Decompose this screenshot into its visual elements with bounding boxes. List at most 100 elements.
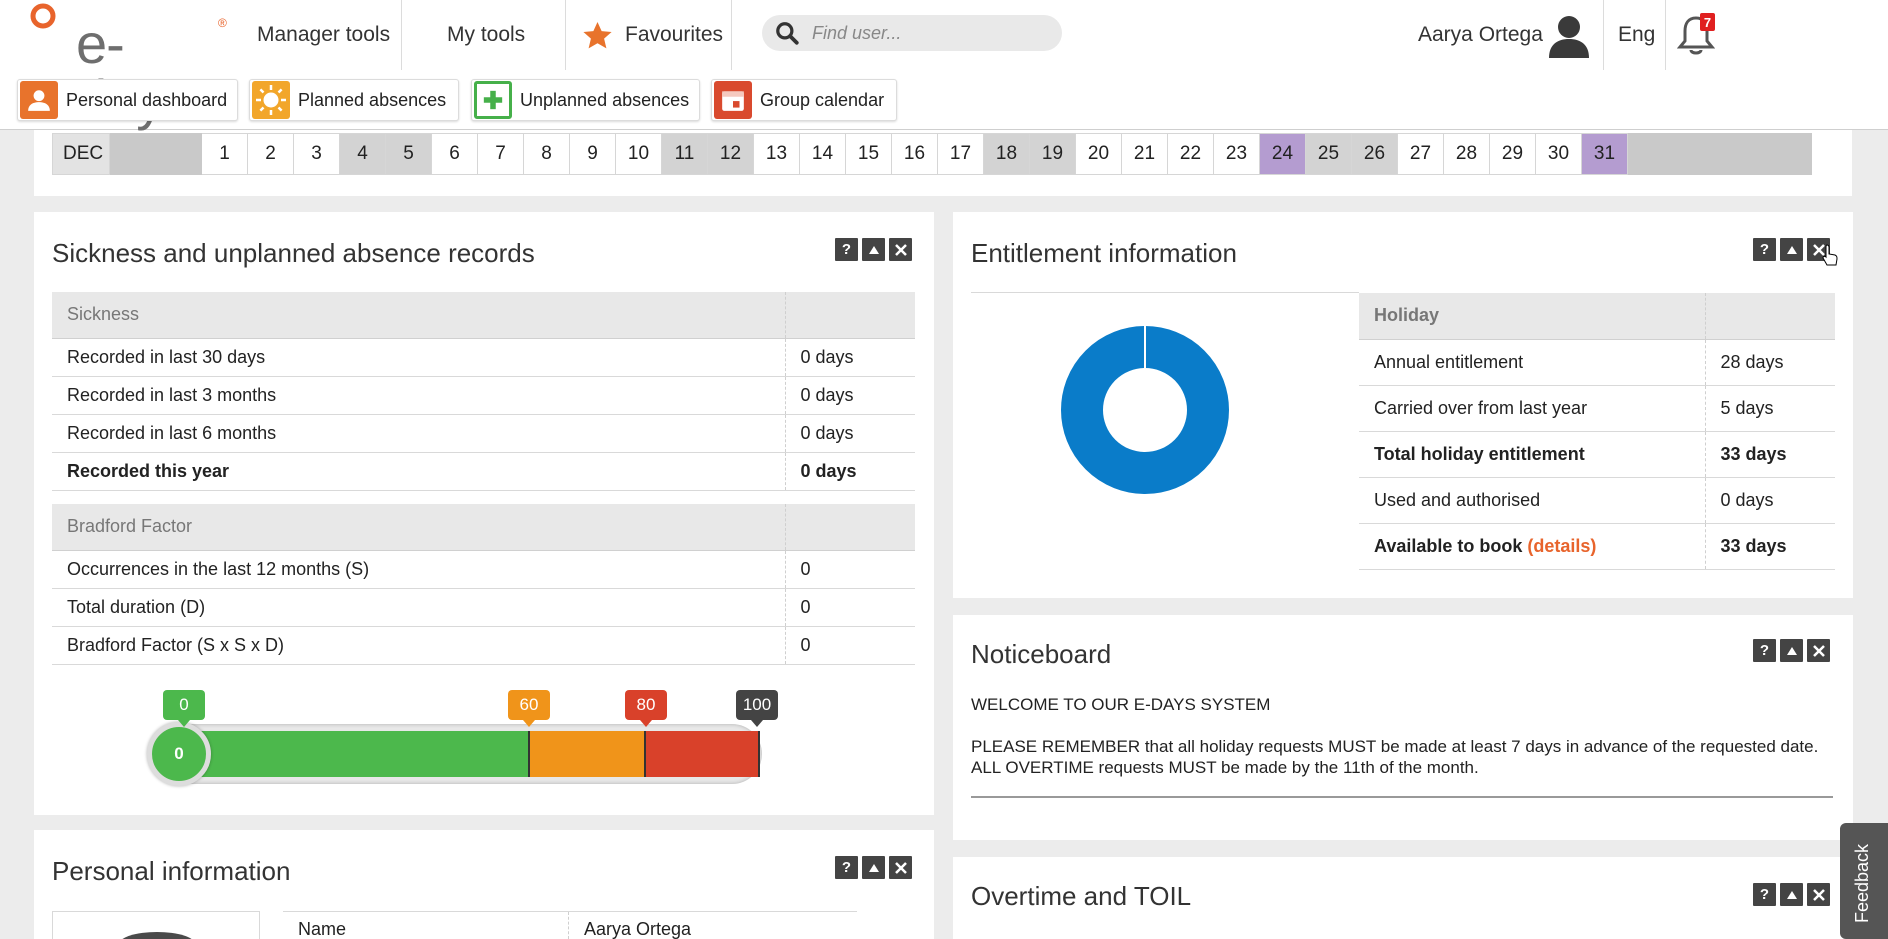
triangle-up-icon bbox=[1786, 245, 1797, 254]
calendar-day[interactable]: 29 bbox=[1490, 133, 1536, 175]
calendar-day[interactable]: 19 bbox=[1030, 133, 1076, 175]
sickness-table: Sickness Recorded in last 30 days 0 days … bbox=[52, 292, 915, 665]
triangle-up-icon bbox=[1786, 890, 1797, 899]
help-button[interactable]: ? bbox=[1753, 238, 1776, 261]
collapse-button[interactable] bbox=[1780, 883, 1803, 906]
entitlement-panel: Entitlement information ? Holiday Annual… bbox=[953, 212, 1853, 598]
sickness-panel-controls: ? bbox=[835, 238, 912, 261]
table-row: Recorded in last 3 months 0 days bbox=[52, 376, 915, 415]
table-row: Total holiday entitlement 33 days bbox=[1359, 431, 1835, 478]
collapse-button[interactable] bbox=[862, 238, 885, 261]
calendar-day[interactable]: 11 bbox=[662, 133, 708, 175]
personal-dashboard-button[interactable]: Personal dashboard bbox=[17, 79, 238, 121]
nav-my-tools[interactable]: My tools bbox=[447, 0, 525, 70]
calendar-day[interactable]: 2 bbox=[248, 133, 294, 175]
noticeboard-panel: Noticeboard ? WELCOME TO OUR E-DAYS SYST… bbox=[953, 615, 1853, 840]
group-calendar-button[interactable]: Group calendar bbox=[711, 79, 897, 121]
gauge-marker-80: 80 bbox=[625, 690, 667, 727]
calendar-day[interactable]: 7 bbox=[478, 133, 524, 175]
close-button[interactable] bbox=[1807, 883, 1830, 906]
calendar-icon bbox=[714, 81, 752, 119]
unplanned-absences-button[interactable]: Unplanned absences bbox=[471, 79, 700, 121]
calendar-day[interactable]: 5 bbox=[386, 133, 432, 175]
calendar-day[interactable]: 20 bbox=[1076, 133, 1122, 175]
help-button[interactable]: ? bbox=[835, 238, 858, 261]
find-user-input[interactable] bbox=[812, 22, 1042, 44]
sickness-panel-title: Sickness and unplanned absence records bbox=[52, 238, 535, 268]
gauge-marker-0: 0 bbox=[163, 690, 205, 727]
gauge-current-value: 0 bbox=[147, 722, 211, 786]
details-link[interactable]: (details) bbox=[1527, 536, 1596, 556]
calendar-day[interactable]: 9 bbox=[570, 133, 616, 175]
table-row: Carried over from last year 5 days bbox=[1359, 385, 1835, 432]
calendar-day[interactable]: 26 bbox=[1352, 133, 1398, 175]
nav-separator bbox=[565, 0, 566, 70]
calendar-day[interactable]: 6 bbox=[432, 133, 478, 175]
calendar-day[interactable]: 23 bbox=[1214, 133, 1260, 175]
gauge-marker-100: 100 bbox=[736, 690, 778, 727]
user-avatar-icon[interactable] bbox=[1548, 14, 1590, 58]
sickness-header: Sickness bbox=[52, 292, 785, 339]
help-button[interactable]: ? bbox=[1753, 883, 1776, 906]
calendar-row: DEC 1 2 3 4 5 6 7 8 9 10 11 12 13 14 15 16 17 18 19 20 21 22 2… bbox=[52, 133, 1812, 175]
calendar-day[interactable]: 14 bbox=[800, 133, 846, 175]
calendar-day[interactable]: 25 bbox=[1306, 133, 1352, 175]
find-user-search[interactable] bbox=[762, 15, 1062, 51]
calendar-day[interactable]: 17 bbox=[938, 133, 984, 175]
calendar-day[interactable]: 16 bbox=[892, 133, 938, 175]
feedback-tab[interactable]: Feedback bbox=[1840, 823, 1888, 939]
calendar-day[interactable]: 18 bbox=[984, 133, 1030, 175]
table-row: Bradford Factor (S x S x D) 0 bbox=[52, 626, 915, 665]
nav-separator bbox=[731, 0, 732, 70]
calendar-month-label: DEC bbox=[52, 133, 110, 175]
calendar-day[interactable]: 13 bbox=[754, 133, 800, 175]
calendar-day[interactable]: 27 bbox=[1398, 133, 1444, 175]
user-name[interactable]: Aarya Ortega bbox=[1418, 0, 1543, 70]
help-button[interactable]: ? bbox=[835, 856, 858, 879]
e-days-logo[interactable]: e-days ® bbox=[30, 2, 235, 128]
collapse-button[interactable] bbox=[1780, 238, 1803, 261]
gauge-segment-orange bbox=[528, 731, 644, 777]
nav-manager-tools[interactable]: Manager tools bbox=[257, 0, 390, 70]
calendar-day[interactable]: 15 bbox=[846, 133, 892, 175]
close-icon bbox=[894, 861, 907, 874]
nav-favourites-label: Favourites bbox=[625, 23, 724, 46]
star-icon bbox=[583, 21, 612, 48]
profile-photo-frame bbox=[52, 911, 260, 939]
calendar-day[interactable]: 24 bbox=[1260, 133, 1306, 175]
close-button[interactable] bbox=[1807, 639, 1830, 662]
gauge-marker-60: 60 bbox=[508, 690, 550, 727]
bradford-factor-gauge: 0 bbox=[147, 722, 762, 786]
calendar-day[interactable]: 10 bbox=[616, 133, 662, 175]
table-row: Used and authorised 0 days bbox=[1359, 477, 1835, 524]
language-selector[interactable]: Eng bbox=[1618, 0, 1655, 70]
name-label: Name bbox=[298, 919, 347, 939]
close-button[interactable] bbox=[889, 238, 912, 261]
calendar-day[interactable]: 31 bbox=[1582, 133, 1628, 175]
close-button[interactable] bbox=[889, 856, 912, 879]
nav-favourites[interactable]: Favourites bbox=[582, 0, 723, 70]
calendar-day[interactable]: 8 bbox=[524, 133, 570, 175]
help-button[interactable]: ? bbox=[1753, 639, 1776, 662]
calendar-day[interactable]: 30 bbox=[1536, 133, 1582, 175]
calendar-day[interactable]: 21 bbox=[1122, 133, 1168, 175]
collapse-button[interactable] bbox=[1780, 639, 1803, 662]
calendar-day[interactable]: 4 bbox=[340, 133, 386, 175]
calendar-day[interactable]: 22 bbox=[1168, 133, 1214, 175]
table-row: Occurrences in the last 12 months (S) 0 bbox=[52, 550, 915, 589]
planned-absences-label: Planned absences bbox=[298, 89, 447, 110]
planned-absences-button[interactable]: Planned absences bbox=[249, 79, 459, 121]
notice-divider bbox=[971, 796, 1833, 798]
calendar-day[interactable]: 3 bbox=[294, 133, 340, 175]
triangle-up-icon bbox=[868, 863, 879, 872]
table-row: Recorded in last 30 days 0 days bbox=[52, 338, 915, 377]
notice-reminder: PLEASE REMEMBER that all holiday request… bbox=[971, 737, 1819, 777]
calendar-day[interactable]: 28 bbox=[1444, 133, 1490, 175]
calendar-day[interactable]: 12 bbox=[708, 133, 754, 175]
overtime-toil-panel: Overtime and TOIL ? bbox=[953, 857, 1853, 939]
table-row: Recorded this year 0 days bbox=[52, 452, 915, 491]
collapse-button[interactable] bbox=[862, 856, 885, 879]
noticeboard-controls: ? bbox=[1753, 639, 1830, 662]
calendar-day[interactable]: 1 bbox=[202, 133, 248, 175]
gauge-segment-green bbox=[182, 731, 528, 777]
